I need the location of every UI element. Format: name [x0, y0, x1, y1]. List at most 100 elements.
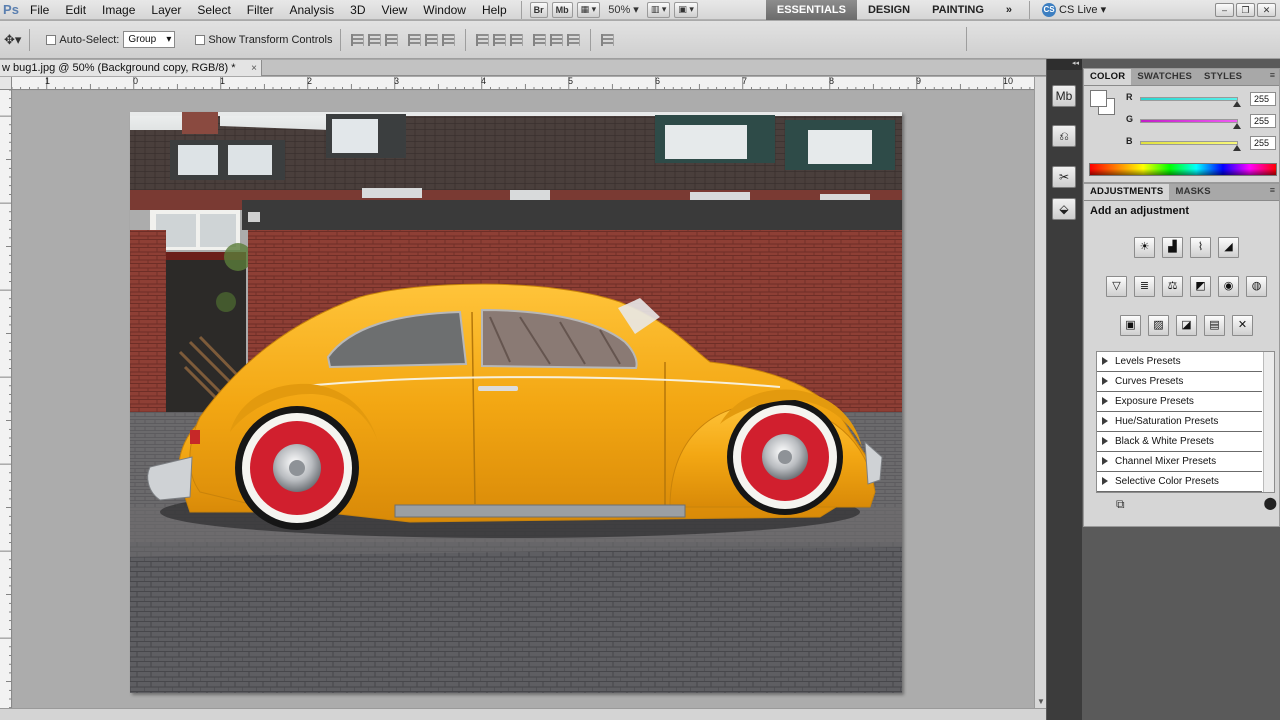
- menu-help[interactable]: Help: [474, 0, 515, 20]
- panel-menu-icon[interactable]: ≡: [1270, 70, 1275, 80]
- align-bottom-icon[interactable]: [385, 33, 399, 46]
- exposure-icon[interactable]: ◢: [1218, 237, 1239, 258]
- ruler-label: 5: [568, 77, 574, 86]
- vertical-ruler[interactable]: [0, 90, 12, 708]
- preset-channel-mixer[interactable]: Channel Mixer Presets: [1097, 452, 1262, 472]
- preset-hue-saturation[interactable]: Hue/Saturation Presets: [1097, 412, 1262, 432]
- distribute-vertical-center-icon[interactable]: [493, 33, 507, 46]
- menu-view[interactable]: View: [373, 0, 415, 20]
- red-slider-thumb[interactable]: [1233, 101, 1241, 107]
- zoom-level-dropdown[interactable]: 50% ▾: [602, 3, 645, 16]
- distribute-right-icon[interactable]: [567, 33, 581, 46]
- brush-presets-icon[interactable]: ⬙: [1052, 198, 1076, 220]
- preset-black-white[interactable]: Black & White Presets: [1097, 432, 1262, 452]
- hue-saturation-icon[interactable]: ≣: [1134, 276, 1155, 297]
- tool-presets-icon[interactable]: ✂: [1052, 166, 1076, 188]
- arrange-documents-button[interactable]: ▥ ▾: [646, 1, 671, 18]
- align-left-icon[interactable]: [408, 33, 422, 46]
- minimize-icon[interactable]: –: [1215, 2, 1234, 17]
- workspace-essentials[interactable]: ESSENTIALS: [765, 0, 857, 20]
- preset-curves[interactable]: Curves Presets: [1097, 372, 1262, 392]
- red-slider[interactable]: [1140, 97, 1238, 101]
- workspace-more-button[interactable]: »: [995, 0, 1023, 20]
- auto-align-layers-icon[interactable]: [601, 33, 615, 46]
- workspace-design[interactable]: DESIGN: [857, 0, 921, 20]
- selective-color-icon[interactable]: ✕: [1232, 315, 1253, 336]
- menu-3d[interactable]: 3D: [342, 0, 373, 20]
- threshold-icon[interactable]: ◪: [1176, 315, 1197, 336]
- align-vertical-center-icon[interactable]: [368, 33, 382, 46]
- tab-masks[interactable]: MASKS: [1169, 184, 1216, 200]
- menu-select[interactable]: Select: [189, 0, 238, 20]
- menu-image[interactable]: Image: [94, 0, 143, 20]
- vibrance-icon[interactable]: ▽: [1106, 276, 1127, 297]
- close-tab-icon[interactable]: ×: [251, 61, 257, 76]
- blue-slider[interactable]: [1140, 141, 1238, 145]
- menu-filter[interactable]: Filter: [239, 0, 282, 20]
- green-value-input[interactable]: 255: [1250, 114, 1276, 128]
- tab-swatches[interactable]: SWATCHES: [1131, 69, 1198, 85]
- screen-mode-button[interactable]: ▣ ▾: [674, 1, 698, 18]
- horizontal-ruler[interactable]: 1 0 1 2 3 4 5 6 7 8 9 10: [12, 77, 1034, 90]
- move-tool-icon[interactable]: ✥▾: [4, 32, 21, 48]
- preset-selective-color[interactable]: Selective Color Presets: [1097, 472, 1262, 492]
- preset-exposure[interactable]: Exposure Presets: [1097, 392, 1262, 412]
- distribute-top-icon[interactable]: [476, 33, 490, 46]
- bridge-button[interactable]: Br: [529, 1, 548, 18]
- posterize-icon[interactable]: ▨: [1148, 315, 1169, 336]
- scroll-down-icon[interactable]: ▼: [1037, 697, 1045, 706]
- presets-scrollbar[interactable]: [1263, 352, 1274, 492]
- distribute-bottom-icon[interactable]: [510, 33, 524, 46]
- distribute-left-icon[interactable]: [533, 33, 547, 46]
- menu-window[interactable]: Window: [415, 0, 474, 20]
- distribute-horizontal-center-icon[interactable]: [550, 33, 564, 46]
- menu-layer[interactable]: Layer: [143, 0, 189, 20]
- mini-bridge-icon[interactable]: Mb: [1052, 85, 1076, 107]
- document-canvas[interactable]: [13, 91, 1034, 708]
- tab-styles[interactable]: STYLES: [1198, 69, 1248, 85]
- foreground-color-swatch[interactable]: [1090, 90, 1107, 107]
- green-slider[interactable]: [1140, 119, 1238, 123]
- menu-edit[interactable]: Edit: [57, 0, 94, 20]
- photo-filter-icon[interactable]: ◉: [1218, 276, 1239, 297]
- channel-mixer-icon[interactable]: ◍: [1246, 276, 1267, 297]
- auto-select-checkbox[interactable]: [46, 34, 57, 45]
- clip-to-layer-icon[interactable]: ⧉: [1116, 497, 1125, 512]
- ruler-origin[interactable]: [0, 77, 12, 90]
- levels-icon[interactable]: ▟: [1162, 237, 1183, 258]
- black-white-icon[interactable]: ◩: [1190, 276, 1211, 297]
- history-icon[interactable]: ⎌: [1052, 125, 1076, 147]
- brightness-contrast-icon[interactable]: ☀: [1134, 237, 1155, 258]
- restore-icon[interactable]: ❐: [1236, 2, 1255, 17]
- vertical-scrollbar[interactable]: ▼: [1034, 77, 1046, 708]
- document-tab[interactable]: w bug1.jpg @ 50% (Background copy, RGB/8…: [0, 60, 262, 76]
- align-right-icon[interactable]: [442, 33, 456, 46]
- blue-value-input[interactable]: 255: [1250, 136, 1276, 150]
- color-spectrum-bar[interactable]: [1089, 163, 1277, 176]
- show-transform-controls-checkbox[interactable]: [195, 34, 206, 45]
- photo-volkswagen-beetle[interactable]: [130, 112, 902, 693]
- red-value-input[interactable]: 255: [1250, 92, 1276, 106]
- gradient-map-icon[interactable]: ▤: [1204, 315, 1225, 336]
- align-top-icon[interactable]: [351, 33, 365, 46]
- workspace-painting[interactable]: PAINTING: [921, 0, 995, 20]
- panel-menu-icon[interactable]: ≡: [1270, 185, 1275, 195]
- align-horizontal-center-icon[interactable]: [425, 33, 439, 46]
- panel-options-icon[interactable]: ⬤: [1264, 496, 1277, 510]
- curves-icon[interactable]: ⌇: [1190, 237, 1211, 258]
- auto-select-dropdown[interactable]: Group: [123, 31, 176, 48]
- tab-adjustments[interactable]: ADJUSTMENTS: [1084, 184, 1170, 200]
- invert-icon[interactable]: ▣: [1120, 315, 1141, 336]
- view-extras-button[interactable]: ▦ ▾: [576, 1, 601, 18]
- color-balance-icon[interactable]: ⚖: [1162, 276, 1183, 297]
- cs-live-button[interactable]: CS CS Live ▾: [1036, 2, 1112, 17]
- preset-levels[interactable]: Levels Presets: [1097, 352, 1262, 372]
- close-icon[interactable]: ✕: [1257, 2, 1276, 17]
- green-slider-thumb[interactable]: [1233, 123, 1241, 129]
- menu-file[interactable]: File: [22, 0, 57, 20]
- blue-slider-thumb[interactable]: [1233, 145, 1241, 151]
- collapse-panels-icon[interactable]: ◂◂: [1047, 59, 1082, 70]
- tab-color[interactable]: COLOR: [1084, 69, 1132, 85]
- mini-bridge-button[interactable]: Mb: [551, 1, 573, 18]
- menu-analysis[interactable]: Analysis: [281, 0, 342, 20]
